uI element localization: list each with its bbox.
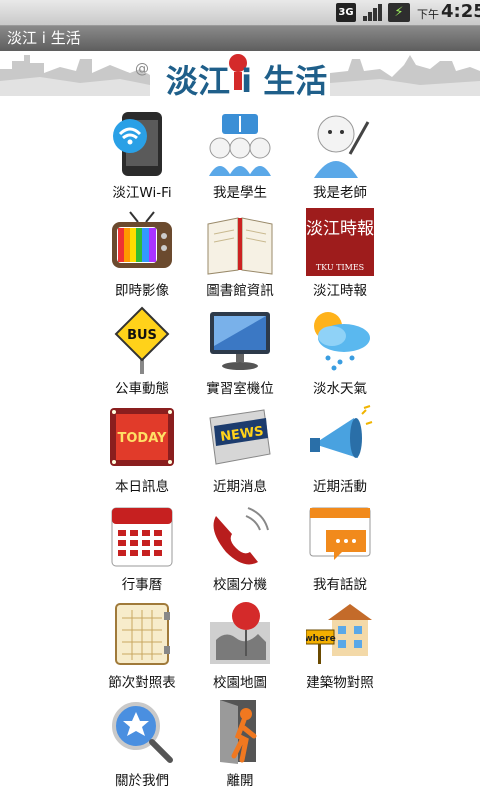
menu-item-label: 我有話說 [313,577,367,593]
menu-item-campus-map[interactable]: 校園地圖 [190,594,290,691]
network-3g-icon: 3G [336,3,356,22]
banner-title: 淡江 i 生活 [166,62,328,96]
book-icon [207,217,273,275]
menu-item-label: 淡水天氣 [313,381,367,397]
menu-item-label: 校園地圖 [213,675,267,691]
app-title-bar: 淡江 i 生活 [0,26,480,51]
exit-door-icon [220,700,257,764]
clock-time: 4:25 [441,1,480,22]
menu-item-label: 行事曆 [121,577,163,593]
menu-item-label: 離開 [226,773,254,789]
menu-item-label: 淡江時報 [313,283,367,299]
menu-item-label: 我是老師 [313,185,367,201]
status-bar: 3G ⚡ 下午 4:25 [0,0,480,26]
menu-item-teacher[interactable]: 我是老師 [290,104,390,201]
menu-item-label: 公車動態 [115,381,169,397]
menu-item-bus[interactable]: BUS 公車動態 [92,300,192,397]
menu-item-about[interactable]: 關於我們 [92,692,192,789]
telephone-icon [213,507,269,565]
svg-text:TODAY: TODAY [118,431,168,446]
menu-item-label: 即時影像 [115,283,169,299]
menu-item-students[interactable]: 我是學生 [190,104,290,201]
newspaper-logo-icon: 淡江時報 TKU TIMES [306,208,374,276]
menu-item-label: 近期活動 [313,479,367,495]
menu-item-buildings[interactable]: where 建築物對照 [290,594,390,691]
svg-text:淡江時報: 淡江時報 [306,219,374,239]
students-icon [209,114,271,176]
menu-item-news[interactable]: NEWS 近期消息 [190,398,290,495]
building-icon: where [306,604,372,664]
bus-sign-icon: BUS [114,306,170,374]
news-icon: NEWS [209,409,271,465]
menu-item-label: 節次對照表 [108,675,176,691]
weather-icon [314,312,370,371]
teacher-icon [314,115,370,178]
menu-item-label: 淡江Wi-Fi [112,185,172,201]
about-magnifier-icon [112,702,173,763]
today-icon: TODAY [110,408,174,466]
wifi-phone-icon [113,112,162,176]
menu-item-weather[interactable]: 淡水天氣 [290,300,390,397]
menu-item-label: 本日訊息 [115,479,169,495]
chat-icon [309,507,371,560]
battery-icon: ⚡ [388,3,410,22]
menu-item-wifi[interactable]: 淡江Wi-Fi [92,104,192,201]
monitor-icon [210,312,270,370]
clock-ampm: 下午 [417,8,439,21]
menu-item-label: 建築物對照 [306,675,374,691]
menu-item-label: 近期消息 [213,479,267,495]
menu-item-calendar[interactable]: 行事曆 [92,496,192,593]
menu-item-label: 我是學生 [213,185,267,201]
calendar-icon [111,507,173,567]
svg-text:BUS: BUS [127,328,157,343]
app-title: 淡江 i 生活 [7,29,81,47]
header-banner: @ 淡江 i 生活 [0,51,480,96]
menu-item-tku-times[interactable]: 淡江時報 TKU TIMES 淡江時報 [290,202,390,299]
menu-item-label: 圖書館資訊 [206,283,274,299]
menu-item-exit[interactable]: 離開 [190,692,290,789]
menu-item-today[interactable]: TODAY 本日訊息 [92,398,192,495]
menu-item-events[interactable]: 近期活動 [290,398,390,495]
menu-item-label: 校園分機 [213,577,267,593]
menu-item-label: 實習室機位 [206,381,274,397]
megaphone-icon [310,405,373,458]
menu-item-period-table[interactable]: 節次對照表 [92,594,192,691]
map-pin-icon [210,602,270,664]
notebook-icon [115,603,170,665]
menu-item-label: 關於我們 [115,773,169,789]
tv-icon [112,211,172,268]
menu-item-lab-seats[interactable]: 實習室機位 [190,300,290,397]
menu-item-live-video[interactable]: 即時影像 [92,202,192,299]
menu-item-feedback[interactable]: 我有話說 [290,496,390,593]
svg-text:where: where [306,634,336,644]
menu-item-extensions[interactable]: 校園分機 [190,496,290,593]
svg-text:TKU TIMES: TKU TIMES [316,263,364,272]
menu-item-library[interactable]: 圖書館資訊 [190,202,290,299]
signal-icon [363,4,382,21]
